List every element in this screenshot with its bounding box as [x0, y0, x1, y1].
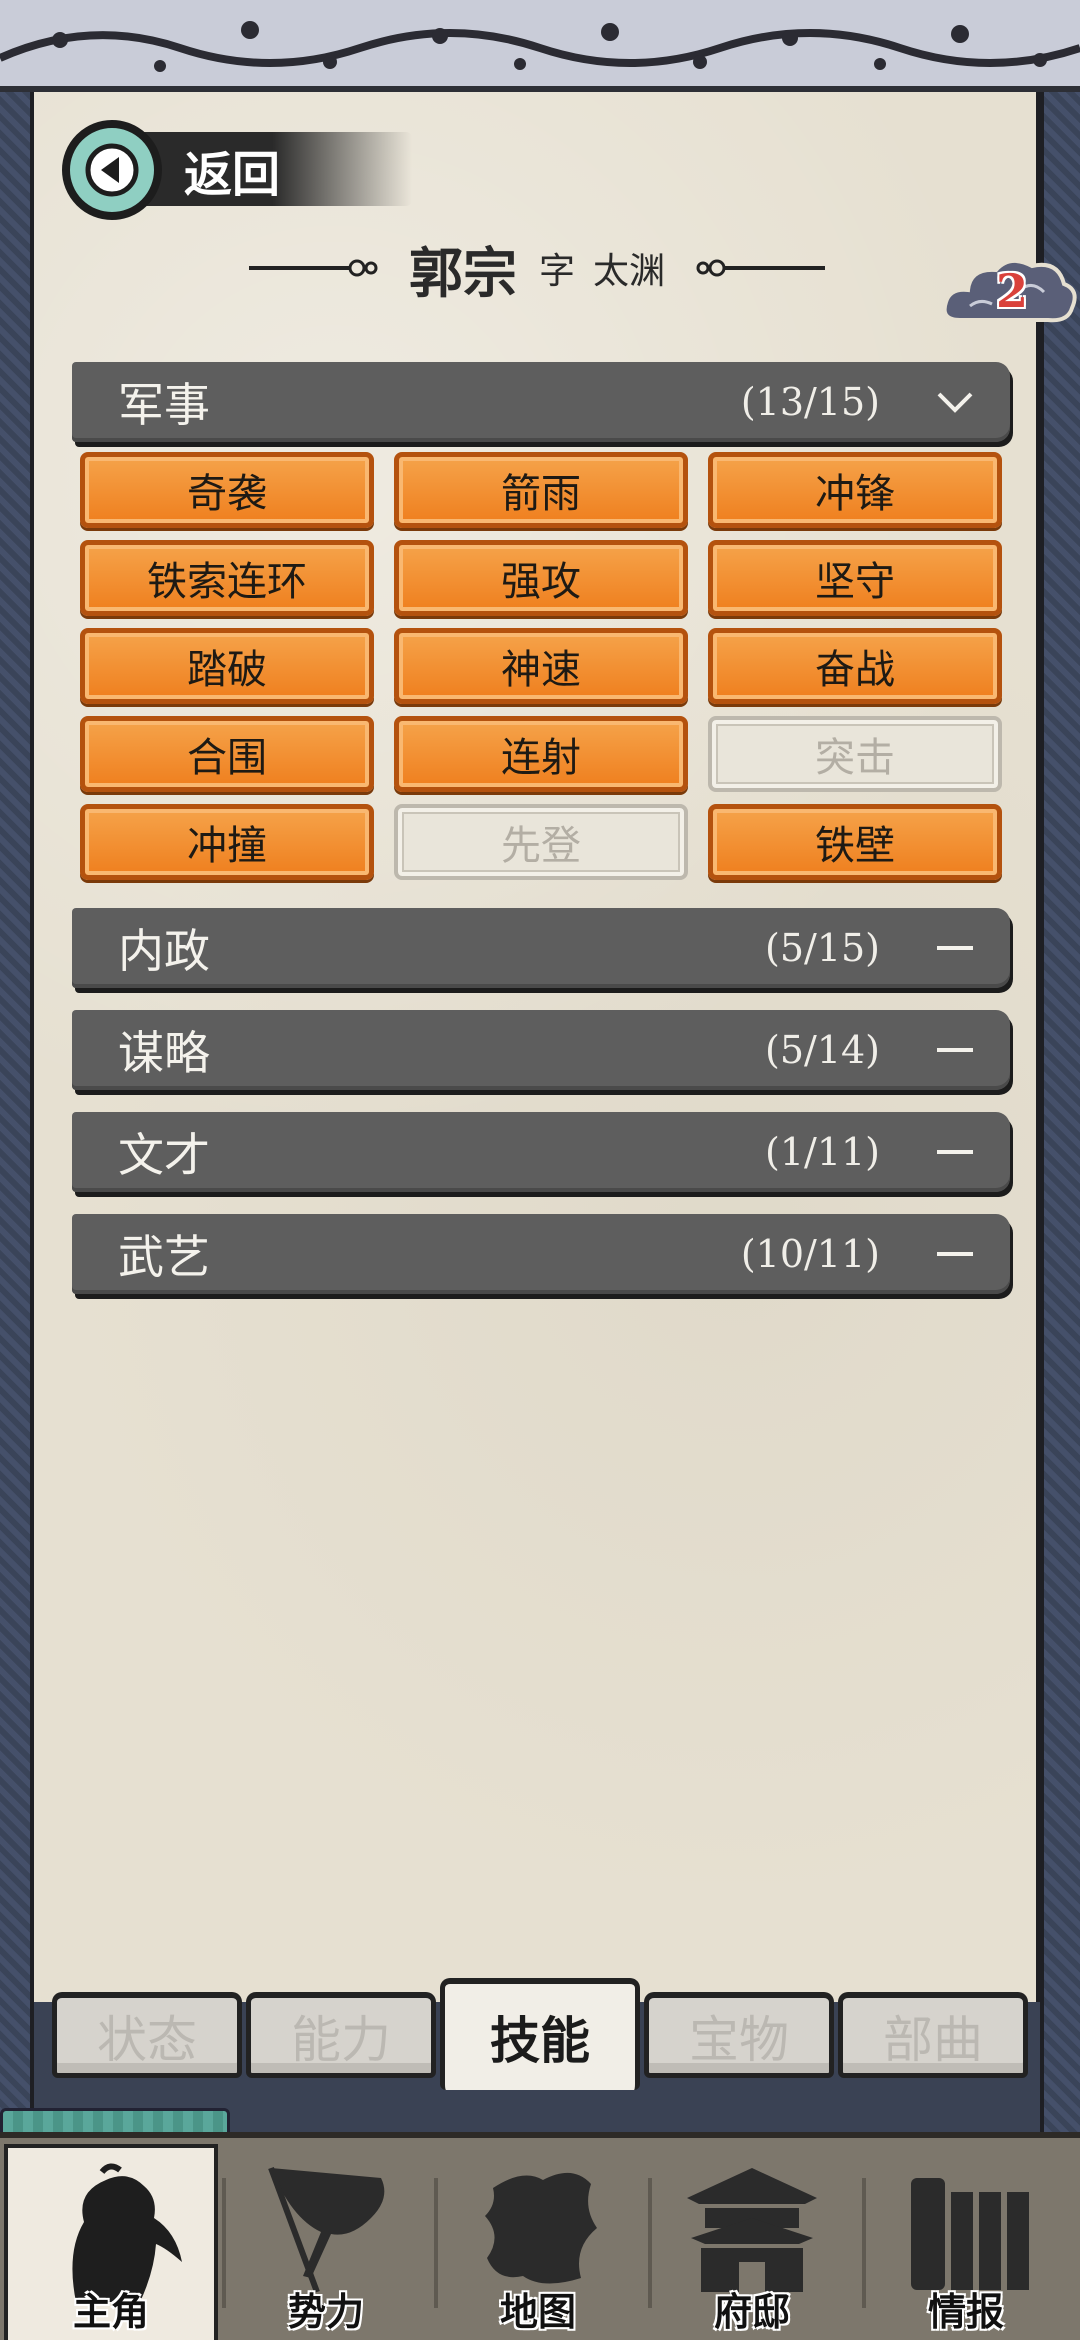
skill-button[interactable]: 突击: [708, 716, 1002, 792]
collapse-dash-icon: [930, 923, 980, 973]
character-title: 郭宗 字 太渊: [34, 228, 1040, 308]
tab-label: 能力: [291, 2010, 391, 2069]
tab-label: 状态: [97, 2010, 197, 2069]
category-name: 谋略: [118, 1026, 210, 1080]
skill-label: 合围: [187, 735, 267, 781]
skill-label: 奇袭: [187, 471, 267, 517]
tab-treasures[interactable]: 宝物: [644, 1992, 834, 2078]
skill-label: 铁壁: [815, 823, 895, 869]
map-icon: [485, 2172, 597, 2284]
skill-button[interactable]: 强攻: [394, 540, 688, 616]
nav-label: 主角: [72, 2289, 149, 2334]
nav-map[interactable]: 地图: [438, 2144, 638, 2340]
nav-label: 府邸: [713, 2289, 790, 2334]
category-name: 武艺: [118, 1230, 210, 1284]
skill-button[interactable]: 箭雨: [394, 452, 688, 528]
collapse-dash-icon: [930, 1229, 980, 1279]
category-count: (1/11): [765, 1130, 880, 1174]
category-bar-strategy[interactable]: 谋略 (5/14): [72, 1010, 1010, 1090]
category-count: (5/15): [765, 926, 880, 970]
nav-label: 情报: [927, 2289, 1004, 2334]
tab-label: 部曲: [883, 2010, 983, 2069]
skill-label: 连射: [501, 735, 581, 781]
category-count: (10/11): [740, 1232, 880, 1276]
top-ornament-band: [0, 0, 1080, 92]
floral-wave-ornament: [0, 21, 1080, 72]
tab-troops[interactable]: 部曲: [838, 1992, 1028, 2078]
skill-button[interactable]: 冲锋: [708, 452, 1002, 528]
right-frame-border: [1040, 92, 1080, 2132]
category-bar-martial-arts[interactable]: 武艺 (10/11): [72, 1214, 1010, 1294]
left-frame-border: [0, 92, 34, 2132]
flag-icon: [268, 2166, 385, 2294]
category-bar-literature[interactable]: 文才 (1/11): [72, 1112, 1010, 1192]
skill-button[interactable]: 先登: [394, 804, 688, 880]
nav-label: 势力: [287, 2289, 364, 2334]
skill-button[interactable]: 奇袭: [80, 452, 374, 528]
courtesy-name: 太渊: [593, 251, 666, 292]
nav-mansion[interactable]: 府邸: [652, 2144, 852, 2340]
courtesy-prefix: 字: [538, 251, 575, 292]
character-sub-tabs: 状态 能力 技能 宝物 部曲: [40, 1978, 1040, 2090]
category-name: 文才: [118, 1128, 210, 1182]
skill-button[interactable]: 铁壁: [708, 804, 1002, 880]
tab-status[interactable]: 状态: [52, 1992, 242, 2078]
category-name: 内政: [118, 924, 210, 978]
notification-cloud-badge[interactable]: 2: [940, 250, 1080, 340]
nav-protagonist[interactable]: 主角: [4, 2144, 218, 2340]
category-count: (13/15): [740, 380, 880, 424]
scrolls-icon: [911, 2178, 1029, 2290]
skill-label: 铁索连环: [147, 559, 307, 605]
back-arrow-icon: [62, 120, 162, 220]
skill-button[interactable]: 踏破: [80, 628, 374, 704]
skill-label: 踏破: [187, 647, 267, 693]
collapse-dash-icon: [930, 1025, 980, 1075]
skill-button[interactable]: 神速: [394, 628, 688, 704]
tab-label: 技能: [490, 2011, 590, 2070]
back-label: 返回: [184, 147, 281, 203]
chevron-down-icon: [930, 377, 980, 427]
skill-label: 坚守: [815, 559, 895, 605]
right-title-ornament: [696, 259, 826, 277]
skill-label: 箭雨: [501, 471, 581, 517]
skill-button[interactable]: 铁索连环: [80, 540, 374, 616]
skill-label: 神速: [501, 647, 581, 693]
tab-skills[interactable]: 技能: [440, 1978, 640, 2090]
military-skills-grid: 奇袭 箭雨 冲锋 铁索连环 强攻 坚守 踏破 神速 奋战 合围 连射 突击 冲撞…: [80, 452, 1002, 880]
nav-faction[interactable]: 势力: [226, 2144, 426, 2340]
skill-button[interactable]: 奋战: [708, 628, 1002, 704]
nav-intelligence[interactable]: 情报: [866, 2144, 1066, 2340]
skill-label: 强攻: [501, 559, 581, 605]
category-bar-administration[interactable]: 内政 (5/15): [72, 908, 1010, 988]
character-name: 郭宗: [408, 240, 517, 305]
skill-button[interactable]: 冲撞: [80, 804, 374, 880]
skill-label: 突击: [815, 735, 895, 781]
skill-button[interactable]: 合围: [80, 716, 374, 792]
tab-label: 宝物: [689, 2010, 789, 2069]
collapse-dash-icon: [930, 1127, 980, 1177]
skill-label: 冲撞: [187, 823, 267, 869]
tab-abilities[interactable]: 能力: [246, 1992, 436, 2078]
category-bar-military[interactable]: 军事 (13/15): [72, 362, 1010, 442]
back-button[interactable]: 返回: [62, 120, 412, 220]
skill-label: 先登: [501, 823, 581, 869]
badge-count: 2: [996, 264, 1029, 318]
mansion-icon: [687, 2168, 817, 2292]
skill-label: 奋战: [815, 647, 895, 693]
skill-button[interactable]: 坚守: [708, 540, 1002, 616]
category-count: (5/14): [765, 1028, 880, 1072]
skill-button[interactable]: 连射: [394, 716, 688, 792]
nav-label: 地图: [499, 2289, 576, 2334]
category-name: 军事: [118, 378, 210, 432]
bottom-navigation: 主角 势力 地图 府邸 情报: [0, 2132, 1080, 2340]
left-title-ornament: [248, 259, 378, 277]
skill-label: 冲锋: [815, 471, 895, 517]
